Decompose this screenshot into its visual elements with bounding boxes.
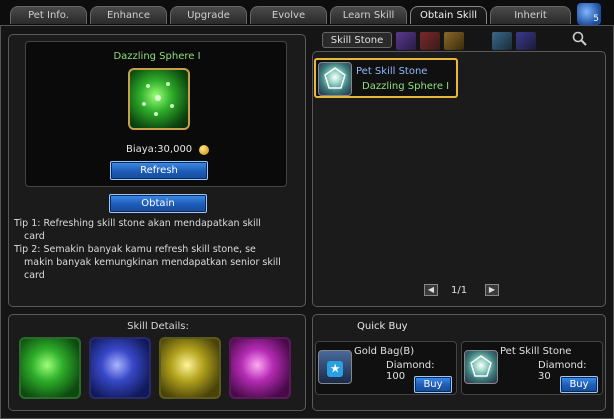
gold-bag-icon <box>318 350 352 384</box>
tip2-line1: Tip 2: Semakin banyak kamu refresh skill… <box>14 244 256 255</box>
deco-tab-icon <box>516 32 536 50</box>
page-indicator: 1/1 <box>451 285 468 296</box>
deco-tab-icon <box>420 32 440 50</box>
skill-details-panel: Skill Details: <box>8 314 306 411</box>
gold-bag-name: Gold Bag(B) <box>354 346 415 357</box>
quick-buy-item: Pet Skill Stone Diamond: 30 Buy <box>461 341 603 395</box>
tab-obtain-skill[interactable]: Obtain Skill <box>410 6 487 24</box>
refresh-button[interactable]: Refresh <box>110 161 208 180</box>
tip1-line1: Tip 1: Refreshing skill stone akan menda… <box>14 218 261 229</box>
skill-stone-entry[interactable]: Pet Skill Stone Dazzling Sphere I <box>314 58 458 98</box>
tab-enhance[interactable]: Enhance <box>90 6 167 24</box>
obtain-button[interactable]: Obtain <box>109 194 207 213</box>
tab-learn-skill[interactable]: Learn Skill <box>330 6 407 24</box>
tip1-line2: card <box>24 231 45 242</box>
purple-skill-stone-icon[interactable] <box>229 337 291 399</box>
tab-inherit[interactable]: Inherit <box>490 6 571 24</box>
buy-gold-bag-button[interactable]: Buy <box>414 376 452 393</box>
tab-badge-count: 5 <box>593 14 599 24</box>
next-page-button[interactable]: ▶ <box>485 284 499 296</box>
tip2-line2: makin banyak kemungkinan mendapatkan sen… <box>24 257 281 268</box>
entry-name: Pet Skill Stone <box>356 66 428 77</box>
tab-evolve[interactable]: Evolve <box>250 6 327 24</box>
quick-buy-panel: Quick Buy Gold Bag(B) Diamond: 100 Buy P… <box>312 314 606 411</box>
deco-tab-icon <box>396 32 416 50</box>
yellow-skill-stone-icon[interactable] <box>159 337 221 399</box>
pet-skill-stone-name: Pet Skill Stone <box>500 346 572 357</box>
tab-pet-info[interactable]: Pet Info. <box>10 6 87 24</box>
tip2-line3: card <box>24 270 45 281</box>
gold-coin-icon <box>199 145 209 155</box>
deco-tab-icon <box>444 32 464 50</box>
skill-stone-tab[interactable]: Skill Stone <box>322 32 392 48</box>
tips-text: Tip 1: Refreshing skill stone akan menda… <box>14 217 304 282</box>
obtain-panel: Dazzling Sphere I Biaya:30,000 Refresh O… <box>8 34 306 307</box>
tab-upgrade[interactable]: Upgrade <box>170 6 247 24</box>
tab-bar: Pet Info. Enhance Upgrade Evolve Learn S… <box>0 0 614 26</box>
deco-tab-icon <box>492 32 512 50</box>
skill-stone-panel: Pet Skill Stone Dazzling Sphere I ◀ 1/1 … <box>312 51 606 307</box>
pet-skill-stone-icon <box>318 62 352 96</box>
search-icon[interactable] <box>572 31 588 47</box>
entry-value: Dazzling Sphere I <box>362 81 450 92</box>
prev-page-button[interactable]: ◀ <box>424 284 438 296</box>
pet-skill-stone-icon <box>464 350 498 384</box>
sparkle-icon <box>142 82 174 116</box>
pet-icon[interactable]: 5 <box>577 3 601 25</box>
dazzling-sphere-icon <box>128 68 190 130</box>
blue-skill-stone-icon[interactable] <box>89 337 151 399</box>
buy-pet-skill-stone-button[interactable]: Buy <box>560 376 598 393</box>
stone-preview-box: Dazzling Sphere I Biaya:30,000 Refresh <box>25 41 287 187</box>
green-skill-stone-icon[interactable] <box>19 337 81 399</box>
quick-buy-item: Gold Bag(B) Diamond: 100 Buy <box>315 341 457 395</box>
quick-buy-title: Quick Buy <box>357 321 408 332</box>
skill-details-label: Skill Details: <box>127 321 189 332</box>
stone-title: Dazzling Sphere I <box>113 51 201 62</box>
cost-label: Biaya:30,000 <box>126 144 193 155</box>
